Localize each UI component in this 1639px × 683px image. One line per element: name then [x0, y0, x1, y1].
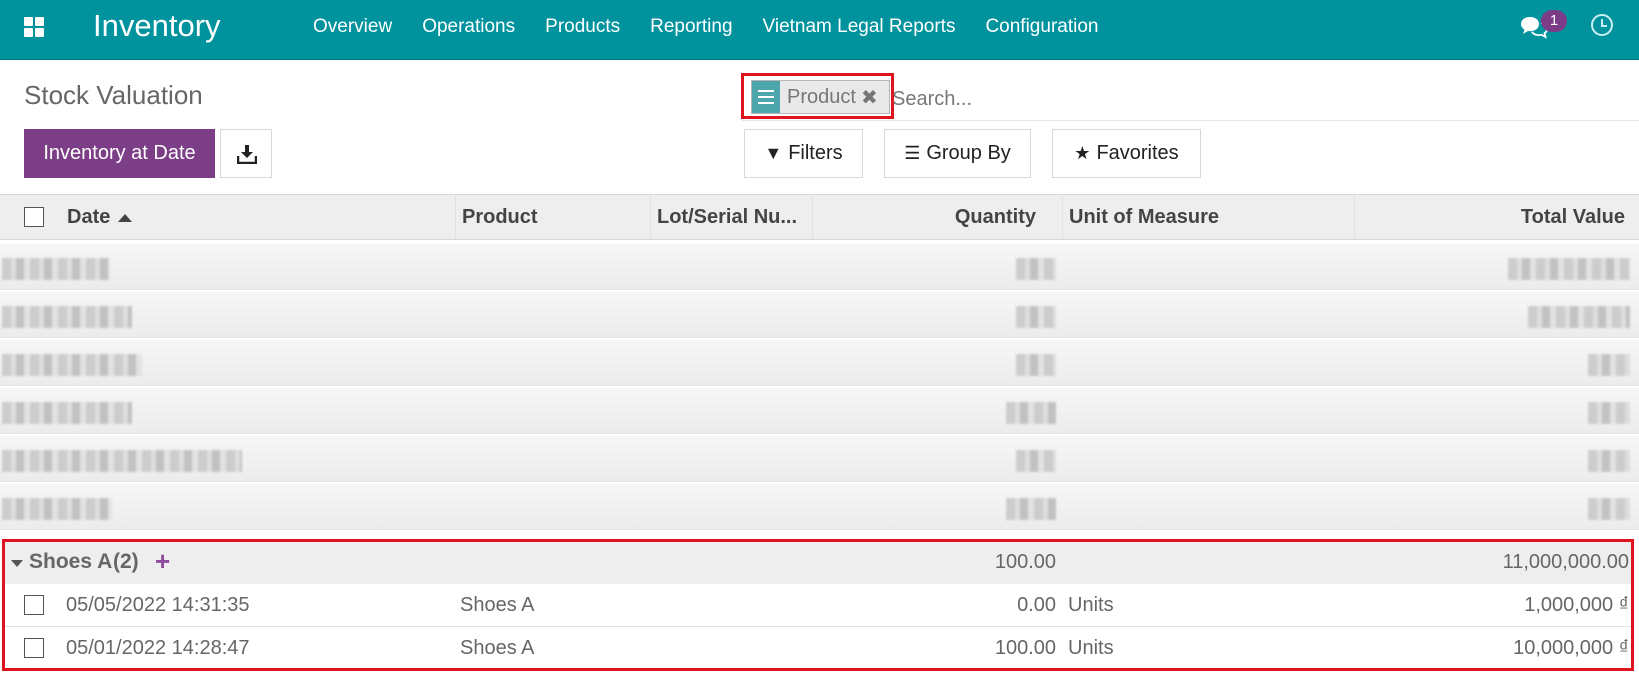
column-lot-serial[interactable]: Lot/Serial Nu... — [651, 195, 813, 239]
blurred-row — [0, 388, 1639, 434]
column-unit-of-measure[interactable]: Unit of Measure — [1063, 195, 1355, 239]
menu-reporting[interactable]: Reporting — [635, 0, 747, 56]
table-header: Date Product Lot/Serial Nu... Quantity U… — [0, 194, 1639, 240]
column-total-value[interactable]: Total Value — [1355, 195, 1639, 239]
download-icon — [237, 145, 257, 164]
bars-icon — [752, 81, 780, 113]
app-brand[interactable]: Inventory — [93, 8, 221, 44]
group-by-button[interactable]: ☰ Group By — [884, 129, 1031, 178]
select-all-checkbox[interactable] — [24, 207, 44, 227]
menu-overview[interactable]: Overview — [298, 0, 407, 56]
blurred-row — [0, 484, 1639, 530]
blurred-row — [0, 436, 1639, 482]
filters-label: Filters — [788, 142, 843, 164]
sort-asc-icon — [118, 213, 133, 222]
menu-vietnam-legal-reports[interactable]: Vietnam Legal Reports — [748, 0, 971, 56]
blurred-row — [0, 244, 1639, 290]
star-icon: ★ — [1074, 143, 1091, 163]
menu-operations[interactable]: Operations — [407, 0, 530, 56]
filters-button[interactable]: ▼ Filters — [744, 129, 863, 178]
search-facet-product[interactable]: Product ✖ — [751, 80, 890, 114]
search-input[interactable] — [892, 84, 1412, 114]
search-underline — [742, 120, 1639, 121]
facet-label: Product — [787, 85, 856, 108]
blurred-row — [0, 340, 1639, 386]
bars-icon: ☰ — [904, 143, 921, 163]
column-date[interactable]: Date — [61, 195, 456, 239]
chat-count-badge[interactable]: 1 — [1541, 10, 1567, 32]
page-title: Stock Valuation — [24, 80, 203, 110]
menu-configuration[interactable]: Configuration — [970, 0, 1113, 56]
apps-grid-icon[interactable] — [24, 17, 44, 37]
column-quantity[interactable]: Quantity — [813, 195, 1063, 239]
top-navbar: Inventory Overview Operations Products R… — [0, 0, 1639, 60]
group-highlight-box — [2, 539, 1634, 671]
favorites-label: Favorites — [1096, 142, 1179, 164]
blurred-row — [0, 292, 1639, 338]
favorites-button[interactable]: ★ Favorites — [1052, 129, 1201, 178]
inventory-at-date-button[interactable]: Inventory at Date — [24, 129, 215, 178]
main-menu: Overview Operations Products Reporting V… — [298, 0, 1113, 56]
download-button[interactable] — [220, 129, 272, 178]
close-icon[interactable]: ✖ — [861, 85, 878, 110]
column-product[interactable]: Product — [456, 195, 651, 239]
menu-products[interactable]: Products — [530, 0, 635, 56]
filter-icon: ▼ — [764, 143, 783, 163]
group-by-label: Group By — [926, 142, 1011, 164]
clock-icon[interactable] — [1591, 14, 1613, 36]
